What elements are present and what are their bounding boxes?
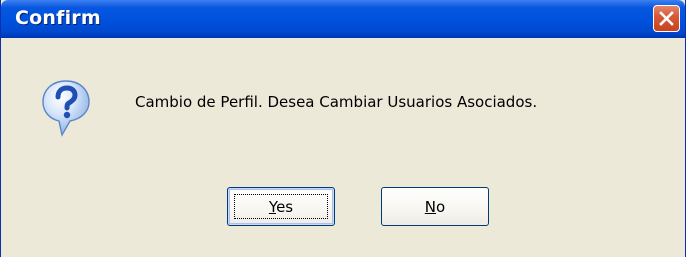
confirm-dialog: Confirm Cambio de Perfil. Desea Cambiar … [0,0,686,257]
question-icon [42,80,90,137]
dialog-message: Cambio de Perfil. Desea Cambiar Usuarios… [135,93,538,111]
yes-button[interactable]: Yes [227,187,335,226]
close-button[interactable] [653,5,680,32]
title-bar[interactable]: Confirm [1,0,685,38]
close-icon [659,11,674,26]
yes-button-label: Yes [268,197,294,216]
no-button-label: No [424,197,446,216]
no-button[interactable]: No [381,187,489,226]
window-title: Confirm [15,7,101,29]
